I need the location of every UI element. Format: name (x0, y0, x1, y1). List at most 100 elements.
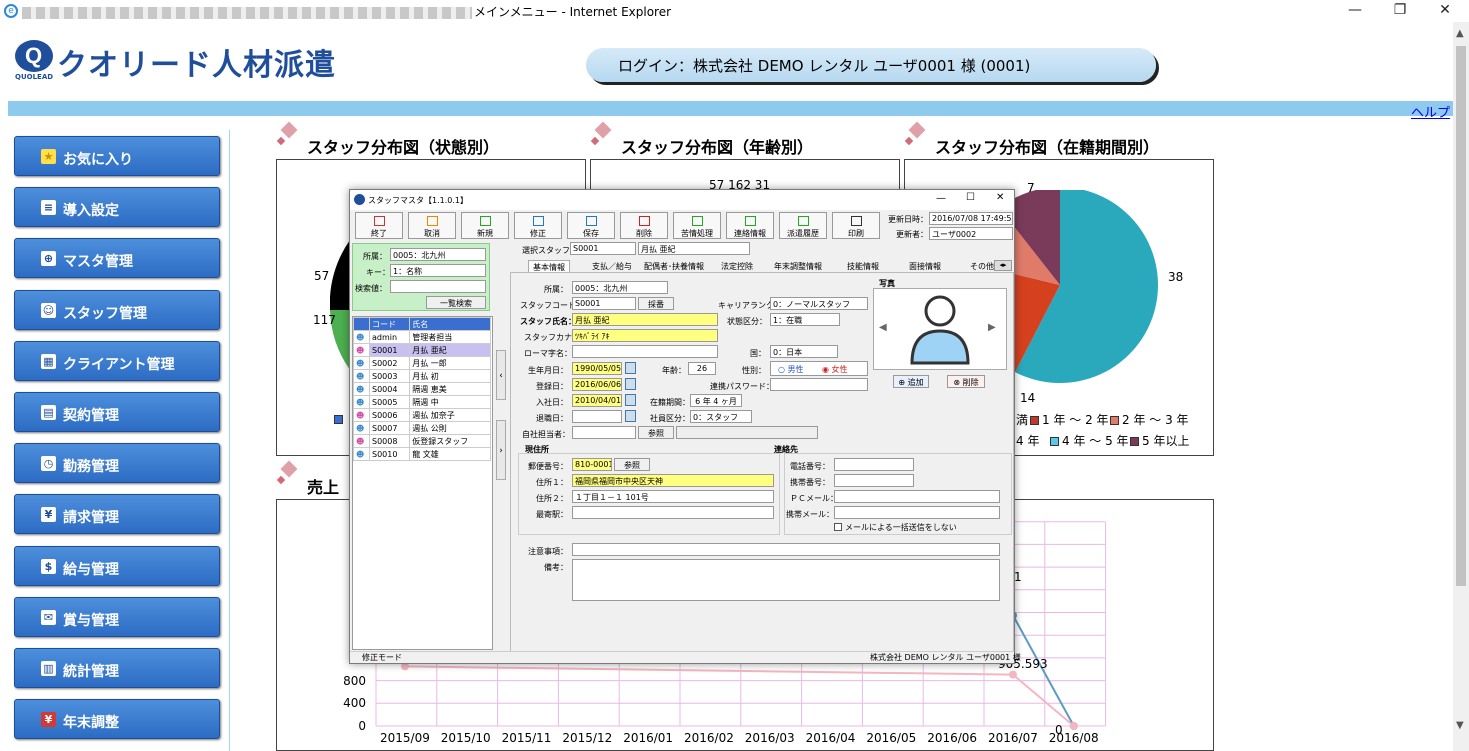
toolbar-button-9[interactable]: 印刷 (832, 212, 880, 239)
gender-female-radio[interactable]: ◉ 女性 (822, 364, 848, 375)
collapse-arrow-icon[interactable]: ‹ (496, 350, 506, 400)
dialog-maximize-icon[interactable]: ☐ (966, 192, 975, 203)
toolbar-button-1[interactable]: 取消 (408, 212, 456, 239)
calendar-icon[interactable] (625, 410, 636, 422)
toolbar-button-3[interactable]: 修正 (514, 212, 562, 239)
search-office-select[interactable]: 0005：北九州 (390, 248, 486, 261)
memo-field[interactable] (572, 559, 1000, 601)
expand-arrow-icon[interactable]: › (496, 420, 506, 480)
table-row[interactable]: ☻ admin 管理者担当 (353, 330, 491, 344)
table-row[interactable]: ☻ S0001 月払 亜紀 (353, 343, 491, 357)
x-tick-label: 2015/09 (380, 731, 430, 745)
sidebar-item-6[interactable]: ◷ 勤務管理 (14, 443, 220, 484)
reg-field[interactable]: 2016/06/06 (572, 378, 622, 391)
toolbar-button-5[interactable]: 削除 (620, 212, 668, 239)
mobile-field[interactable] (834, 474, 914, 487)
calendar-icon[interactable] (625, 378, 636, 390)
table-row[interactable]: ☻ S0008 仮登録スタッフ (353, 434, 491, 448)
tab-scroll-icon[interactable]: ◂▸ (994, 260, 1012, 271)
toolbar-button-2[interactable]: 新規 (461, 212, 509, 239)
sidebar-item-0[interactable]: ★ お気に入り (14, 136, 220, 176)
dialog-close-icon[interactable]: ✕ (996, 192, 1004, 203)
gender-male-radio[interactable]: ○ 男性 (778, 364, 804, 375)
photo-delete-button[interactable]: ⊗ 削除 (947, 375, 985, 388)
sidebar-item-4[interactable]: ▦ クライアント管理 (14, 340, 220, 381)
emp-select[interactable]: 0：スタッフ (690, 410, 752, 423)
roman-field[interactable] (572, 345, 718, 358)
join-field[interactable]: 2010/04/01 (572, 394, 622, 407)
column-header[interactable]: コード (368, 317, 411, 331)
numbering-button[interactable]: 採番 (638, 297, 674, 310)
station-field[interactable] (572, 506, 774, 519)
birth-field[interactable]: 1990/05/05 (572, 362, 622, 375)
minimize-icon[interactable]: — (1340, 2, 1370, 20)
table-row[interactable]: ☻ S0006 週払 加奈子 (353, 408, 491, 422)
sidebar-item-8[interactable]: $ 給与管理 (14, 545, 220, 586)
sidebar-item-1[interactable]: ≡ 導入設定 (14, 187, 220, 228)
password-field[interactable] (770, 378, 868, 391)
sidebar-item-9[interactable]: ✉ 賞与管理 (14, 596, 220, 637)
status-select[interactable]: 1：在職 (770, 313, 840, 326)
toolbar-label: 終了 (371, 229, 387, 238)
sales-point (1009, 670, 1017, 679)
scroll-down-icon[interactable]: ▼ (1456, 720, 1464, 731)
nomail-checkbox[interactable] (834, 523, 842, 531)
owner-ref-button[interactable]: 参照 (638, 426, 674, 439)
addr2-field[interactable]: １丁目１－１ 101号 (572, 490, 774, 503)
login-banner: ログイン：株式会社 DEMO レンタル ユーザ0001 様 (0001) (586, 48, 1156, 82)
restore-icon[interactable]: ❐ (1385, 2, 1415, 20)
sidebar-item-3[interactable]: ☺ スタッフ管理 (14, 289, 220, 330)
help-link[interactable]: ヘルプ (1411, 102, 1450, 121)
photo-next-icon[interactable]: ▶ (988, 322, 996, 333)
toolbar-button-0[interactable]: 終了 (355, 212, 403, 239)
column-header[interactable] (353, 317, 370, 331)
mobilemail-field[interactable] (834, 506, 1000, 519)
zip-field[interactable]: 810-0001 (572, 458, 612, 471)
table-row[interactable]: ☻ S0005 隔週 中 (353, 395, 491, 409)
scroll-thumb[interactable] (1456, 46, 1466, 586)
pcmail-field[interactable] (834, 490, 1000, 503)
list-search-button[interactable]: 一覧検索 (426, 296, 486, 309)
column-header[interactable]: 氏名 (409, 317, 491, 331)
toolbar-button-4[interactable]: 保存 (567, 212, 615, 239)
sidebar-item-2[interactable]: ⊕ マスタ管理 (14, 238, 220, 279)
leave-field[interactable] (572, 410, 622, 423)
sidebar-item-10[interactable]: ▥ 統計管理 (14, 648, 220, 688)
close-icon[interactable]: ✕ (1430, 2, 1460, 20)
office-select[interactable]: 0005：北九州 (572, 281, 668, 294)
sales-series-line-1 (404, 665, 1075, 727)
sidebar-item-11[interactable]: ¥ 年末調整 (14, 699, 220, 740)
calendar-icon[interactable] (625, 394, 636, 406)
dialog-minimize-icon[interactable]: — (936, 193, 946, 204)
photo-prev-icon[interactable]: ◀ (879, 322, 887, 333)
addr1-field[interactable]: 福岡県福岡市中央区天神 (572, 474, 774, 487)
calendar-icon[interactable] (625, 362, 636, 374)
photo-add-button[interactable]: ⊕ 追加 (893, 375, 929, 388)
search-value-input[interactable] (390, 280, 486, 293)
toolbar-button-7[interactable]: 連絡情報 (726, 212, 774, 239)
sidebar-item-5[interactable]: ▤ 契約管理 (14, 392, 220, 432)
career-select[interactable]: 0：ノーマルスタッフ (770, 297, 868, 310)
x-tick-label: 2015/10 (440, 731, 491, 745)
note-field[interactable] (572, 543, 1000, 556)
owner-code-field[interactable] (572, 426, 636, 439)
search-key-select[interactable]: 1：名称 (390, 264, 486, 277)
kana-field[interactable]: ﾂｷﾊﾞﾗｲ ｱｷ (572, 329, 718, 342)
addr1-label: 住所１： (536, 478, 568, 487)
toolbar-button-6[interactable]: 苦情処理 (673, 212, 721, 239)
phone-field[interactable] (834, 458, 914, 471)
table-row[interactable]: ☻ S0002 月払 一郎 (353, 356, 491, 370)
staff-name-field[interactable]: 月払 亜紀 (572, 313, 718, 326)
country-select[interactable]: 0：日本 (770, 345, 838, 358)
search-value-label: 検索値： (355, 284, 387, 293)
toolbar-button-8[interactable]: 派遣履歴 (779, 212, 827, 239)
table-row[interactable]: ☻ S0007 週払 公則 (353, 421, 491, 435)
table-row[interactable]: ☻ S0004 隔週 恵美 (353, 382, 491, 396)
table-row[interactable]: ☻ S0010 龍 文雄 (353, 447, 491, 461)
staff-code-field[interactable]: S0001 (572, 297, 636, 310)
table-row[interactable]: ☻ S0003 月払 初 (353, 369, 491, 383)
sidebar-item-7[interactable]: ¥ 請求管理 (14, 494, 220, 535)
legend-swatch (1030, 416, 1039, 425)
zip-ref-button[interactable]: 参照 (614, 458, 650, 471)
scroll-up-icon[interactable]: ▲ (1456, 28, 1464, 39)
